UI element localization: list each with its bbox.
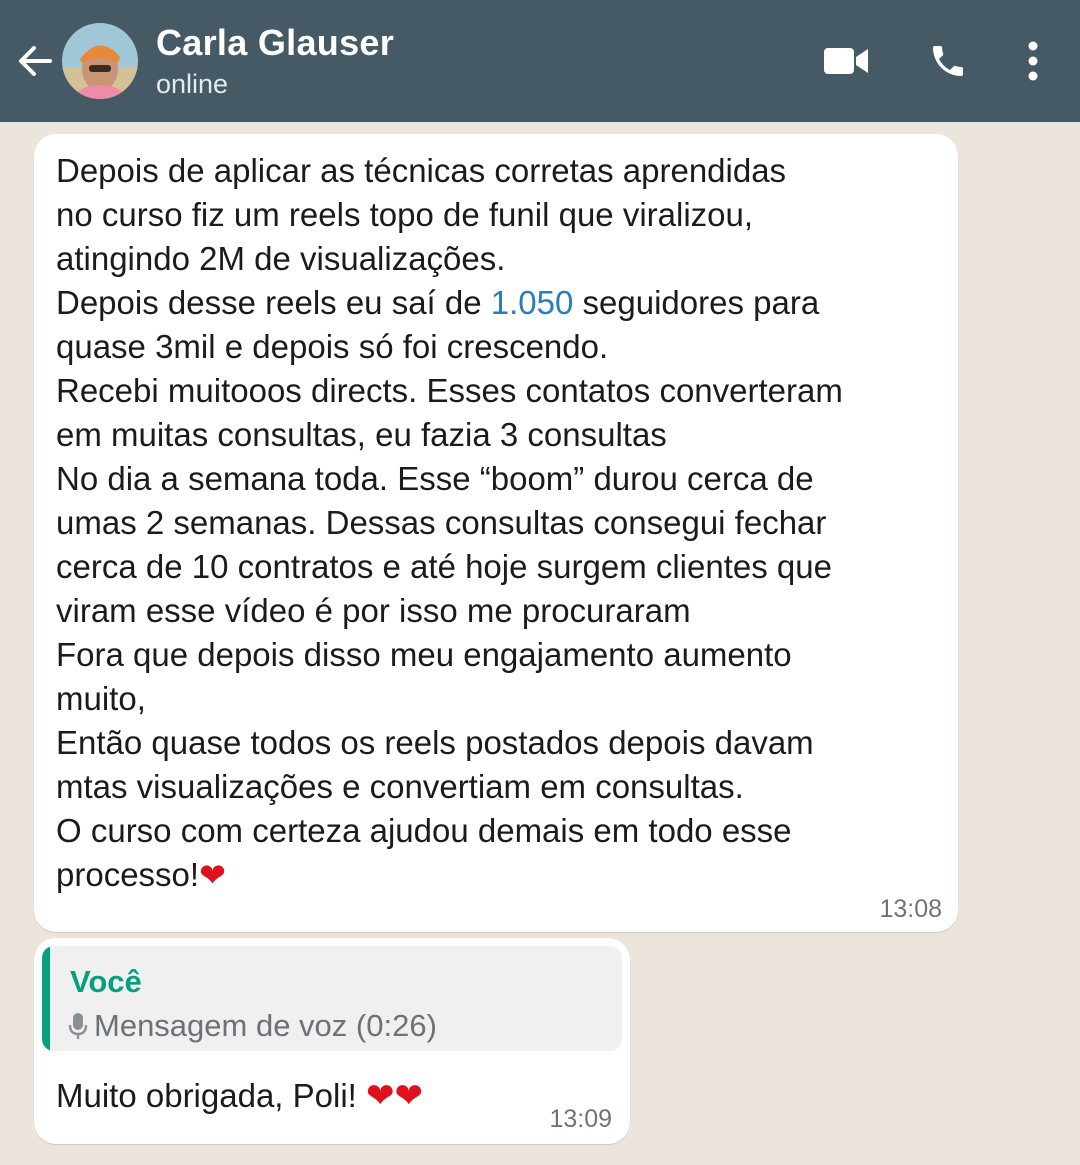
heart-emoji: ❤❤ xyxy=(366,1077,423,1115)
quote-author: Você xyxy=(70,964,142,999)
contact-status: online xyxy=(156,69,229,99)
video-call-icon xyxy=(824,48,868,74)
quote-text-row: Mensagem de voz (0:26) xyxy=(68,1008,437,1044)
video-call-button[interactable] xyxy=(822,37,870,85)
quoted-message[interactable]: Você Mensagem de voz (0:26) xyxy=(42,946,622,1051)
quote-accent-bar xyxy=(42,946,50,1051)
more-vertical-icon xyxy=(1028,41,1038,81)
microphone-icon xyxy=(68,1013,88,1039)
menu-button[interactable] xyxy=(1018,37,1048,85)
voice-call-button[interactable] xyxy=(924,37,972,85)
message-bubble[interactable]: Depois de aplicar as técnicas corretas a… xyxy=(34,134,958,932)
contact-name[interactable]: Carla Glauser xyxy=(156,21,394,65)
back-button[interactable] xyxy=(16,42,54,80)
heart-emoji: ❤ xyxy=(199,857,226,893)
message-time: 13:09 xyxy=(549,1105,612,1133)
quote-text: Mensagem de voz (0:26) xyxy=(94,1008,437,1043)
reply-message-bubble[interactable]: Você Mensagem de voz (0:26) Muito obriga… xyxy=(34,938,630,1144)
message-text: Depois de aplicar as técnicas corretas a… xyxy=(56,152,843,893)
number-link[interactable]: 1.050 xyxy=(491,284,574,321)
avatar[interactable] xyxy=(62,23,138,99)
arrow-left-icon xyxy=(19,46,52,76)
message-time: 13:08 xyxy=(879,895,942,923)
phone-icon xyxy=(933,46,963,76)
message-text: Muito obrigada, Poli! ❤❤ xyxy=(56,1077,423,1115)
chat-header: Carla Glauser online xyxy=(0,0,1080,122)
